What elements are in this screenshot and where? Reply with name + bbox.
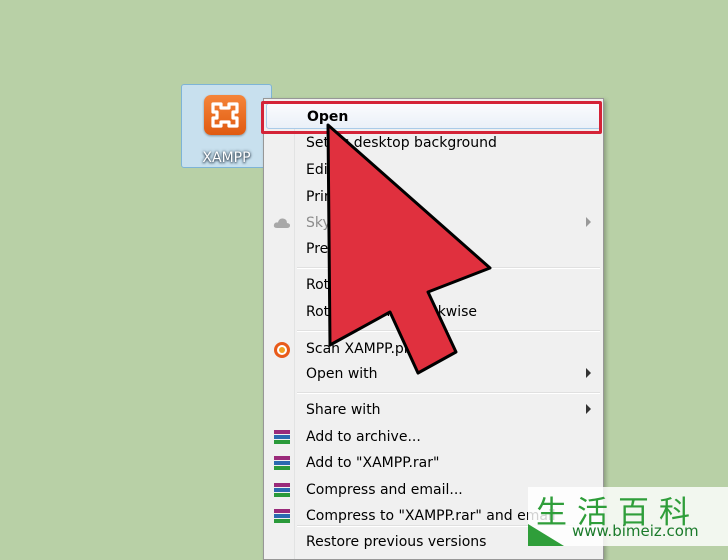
watermark: 生活百科 www.bimeiz.com	[528, 487, 728, 546]
red-arrow-pointer-icon	[326, 123, 492, 375]
watermark-url: www.bimeiz.com	[572, 522, 699, 540]
watermark-triangle-icon	[528, 524, 564, 546]
